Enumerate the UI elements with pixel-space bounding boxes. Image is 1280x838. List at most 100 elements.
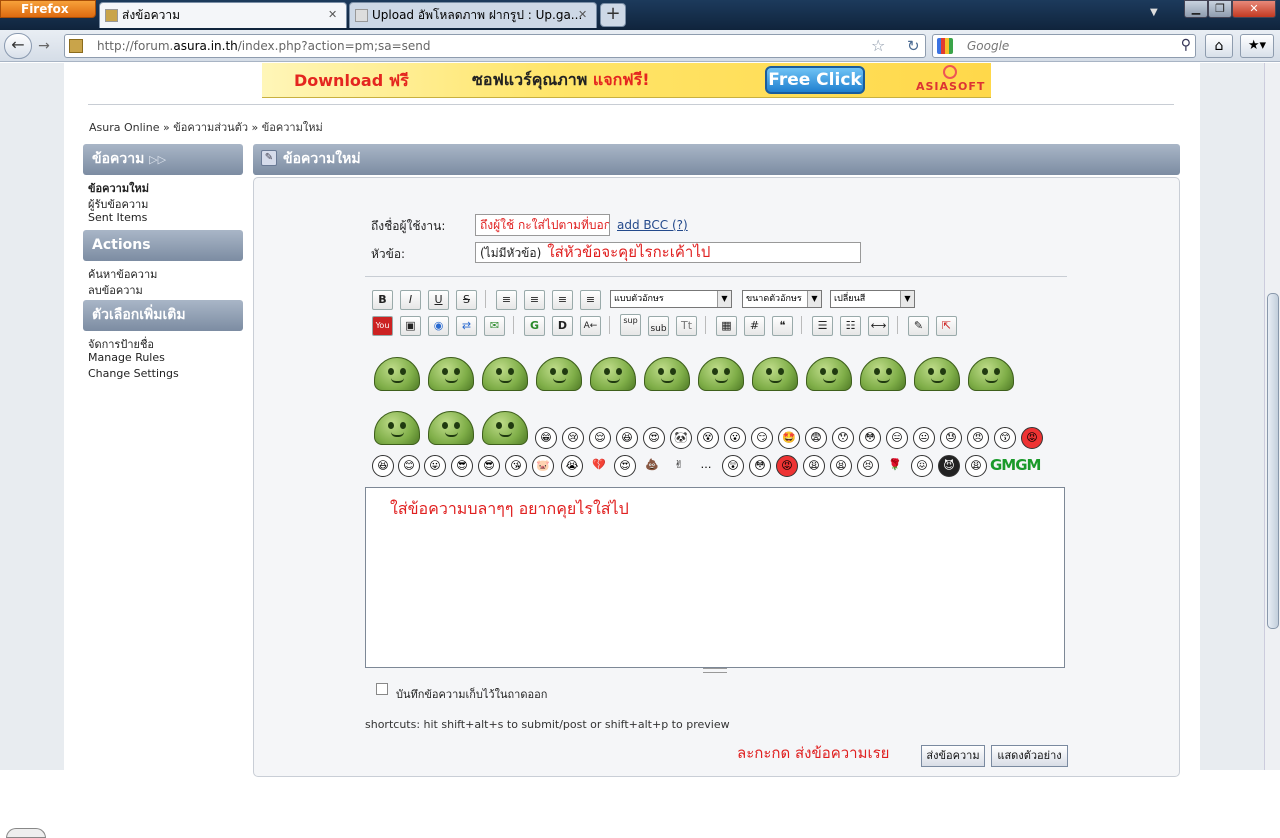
smiley-icon[interactable]: 😎 bbox=[451, 455, 473, 477]
smiley-icon[interactable]: 😨 bbox=[805, 427, 827, 449]
preview-button[interactable]: แสดงตัวอย่าง bbox=[991, 745, 1068, 767]
table-button[interactable]: ▦ bbox=[716, 316, 737, 336]
sidebar-item-delete-messages[interactable]: ลบข้อความ bbox=[88, 281, 143, 299]
remove-format-button[interactable]: ✎ bbox=[908, 316, 929, 336]
toggle-view-button[interactable]: ⇱ bbox=[936, 316, 957, 336]
strikethrough-button[interactable]: S bbox=[456, 290, 477, 310]
smiley-icon[interactable]: 😐 bbox=[913, 427, 935, 449]
smiley-icon[interactable]: 😡 bbox=[776, 455, 798, 477]
search-magnifier-icon[interactable]: ⚲ bbox=[1181, 37, 1191, 53]
font-size-select[interactable]: ขนาดตัวอักษร ▼ bbox=[742, 290, 822, 308]
smiley-icon[interactable]: 😏 bbox=[751, 427, 773, 449]
smiley-icon[interactable]: 😛 bbox=[424, 455, 446, 477]
smiley-icon[interactable]: 😵 bbox=[697, 427, 719, 449]
smiley-icon[interactable]: 😩 bbox=[803, 455, 825, 477]
youtube-button[interactable]: You bbox=[372, 316, 393, 336]
smiley-icon[interactable]: 😈 bbox=[938, 455, 960, 477]
italic-button[interactable]: I bbox=[400, 290, 421, 310]
bookmark-star-icon[interactable]: ☆ bbox=[871, 36, 885, 55]
save-outbox-checkbox[interactable] bbox=[376, 683, 388, 695]
back-button[interactable]: ← bbox=[4, 33, 32, 59]
new-tab-button[interactable]: + bbox=[600, 3, 626, 27]
scrollbar-thumb[interactable] bbox=[1267, 293, 1279, 629]
underline-button[interactable]: U bbox=[428, 290, 449, 310]
bullet-list-button[interactable]: ☰ bbox=[812, 316, 833, 336]
rose-icon[interactable]: 🌹 bbox=[884, 455, 906, 477]
align-right-button[interactable]: ≡ bbox=[552, 290, 573, 310]
close-tab-icon[interactable]: ✕ bbox=[328, 3, 340, 27]
bold-button[interactable]: B bbox=[372, 290, 393, 310]
sidebar-item-manage-rules[interactable]: Manage Rules bbox=[88, 351, 165, 364]
glow-button[interactable]: G bbox=[524, 316, 545, 336]
broken-heart-icon[interactable]: 💔 bbox=[588, 455, 610, 477]
poop-icon[interactable]: 💩 bbox=[641, 455, 663, 477]
smiley-icon[interactable]: 😍 bbox=[643, 427, 665, 449]
gm-emoticon[interactable]: GMGM bbox=[990, 456, 1041, 474]
smiley-icon[interactable]: 😑 bbox=[886, 427, 908, 449]
smiley-icon[interactable]: 😖 bbox=[911, 455, 933, 477]
smiley-icon[interactable]: 😡 bbox=[1021, 427, 1043, 449]
font-face-select[interactable]: แบบตัวอักษร ▼ bbox=[610, 290, 732, 308]
close-window-button[interactable]: ✕ bbox=[1232, 0, 1276, 18]
send-button[interactable]: ส่งข้อความ bbox=[921, 745, 985, 767]
url-text[interactable]: http://forum.asura.in.th/index.php?actio… bbox=[97, 35, 431, 57]
subscript-button[interactable]: sub bbox=[648, 316, 669, 336]
image-button[interactable]: ▣ bbox=[400, 316, 421, 336]
shadow-button[interactable]: D bbox=[552, 316, 573, 336]
smiley-icon[interactable]: 😯 bbox=[832, 427, 854, 449]
sidebar-heading-messages[interactable]: ข้อความ ▷▷ bbox=[83, 144, 243, 175]
ftp-button[interactable]: ⇄ bbox=[456, 316, 477, 336]
smiley-icon[interactable]: 😎 bbox=[478, 455, 500, 477]
smiley-icon[interactable]: 😭 bbox=[561, 455, 583, 477]
breadcrumb-new-message-link[interactable]: ข้อความใหม่ bbox=[262, 121, 323, 134]
smiley-icon[interactable]: 😘 bbox=[505, 455, 527, 477]
banner-free-click-button[interactable]: Free Click bbox=[765, 66, 865, 94]
smiley-icon[interactable]: 😍 bbox=[614, 455, 636, 477]
reload-icon[interactable]: ↻ bbox=[907, 37, 920, 55]
smiley-icon[interactable]: 😫 bbox=[830, 455, 852, 477]
smiley-icon[interactable]: 😆 bbox=[372, 455, 394, 477]
site-identity-icon[interactable] bbox=[69, 39, 83, 53]
smiley-icon[interactable]: 😁 bbox=[535, 427, 557, 449]
message-body-textarea[interactable]: ใส่ข้อความบลาๆๆ อยากคุยไรใส่ไป bbox=[365, 487, 1065, 668]
textarea-resize-handle[interactable] bbox=[703, 668, 727, 673]
sidebar-item-change-settings[interactable]: Change Settings bbox=[88, 367, 179, 380]
horizontal-rule-button[interactable]: ⟷ bbox=[868, 316, 889, 336]
smiley-icon[interactable]: 😩 bbox=[965, 455, 987, 477]
tab-upload[interactable]: Upload อัพโหลดภาพ ฝากรูป : Up.ga... ✕ bbox=[349, 2, 597, 28]
search-input[interactable]: Google bbox=[967, 35, 1009, 57]
smiley-icon[interactable]: 😣 bbox=[857, 455, 879, 477]
url-bar[interactable]: http://forum.asura.in.th/index.php?actio… bbox=[64, 34, 926, 58]
smiley-icon[interactable]: 😲 bbox=[722, 455, 744, 477]
breadcrumb-pm-link[interactable]: ข้อความส่วนตัว bbox=[173, 121, 248, 134]
close-tab-icon[interactable]: ✕ bbox=[578, 3, 590, 27]
add-bcc-link[interactable]: add BCC (?) bbox=[617, 218, 688, 232]
ellipsis-icon[interactable]: … bbox=[695, 455, 717, 477]
quote-button[interactable]: ❝ bbox=[772, 316, 793, 336]
search-bar[interactable]: Google ⚲ bbox=[932, 34, 1196, 58]
smiley-icon[interactable]: 😌 bbox=[589, 427, 611, 449]
smiley-icon[interactable]: 🤩 bbox=[778, 427, 800, 449]
marquee-button[interactable]: A← bbox=[580, 316, 601, 336]
vertical-scrollbar[interactable] bbox=[1264, 63, 1280, 770]
tab-send-message[interactable]: ส่งข้อความ ✕ bbox=[99, 2, 347, 28]
superscript-button[interactable]: sup bbox=[620, 314, 641, 336]
email-button[interactable]: ✉ bbox=[484, 316, 505, 336]
google-icon[interactable] bbox=[937, 38, 953, 54]
numbered-list-button[interactable]: ☷ bbox=[840, 316, 861, 336]
smiley-icon[interactable]: 😮 bbox=[724, 427, 746, 449]
smiley-icon[interactable]: 😳 bbox=[859, 427, 881, 449]
smiley-icon[interactable]: 🐷 bbox=[532, 455, 554, 477]
smiley-icon[interactable]: 😳 bbox=[749, 455, 771, 477]
bookmarks-menu-button[interactable]: ★▾ bbox=[1240, 34, 1274, 58]
recipient-input[interactable]: ถึงผู้ใช้ กะใส่ไปตามที่บอกเลย bbox=[475, 214, 610, 236]
smiley-icon[interactable]: 😓 bbox=[940, 427, 962, 449]
align-center-button[interactable]: ≡ bbox=[524, 290, 545, 310]
smiley-icon[interactable]: 😠 bbox=[967, 427, 989, 449]
forward-button[interactable]: → bbox=[34, 36, 54, 56]
list-tabs-icon[interactable]: ▼ bbox=[1150, 7, 1158, 18]
smiley-icon[interactable]: 🐼 bbox=[670, 427, 692, 449]
smiley-icon[interactable]: 😊 bbox=[398, 455, 420, 477]
peace-hand-icon[interactable]: ✌ bbox=[668, 455, 690, 477]
align-left-button[interactable]: ≡ bbox=[496, 290, 517, 310]
